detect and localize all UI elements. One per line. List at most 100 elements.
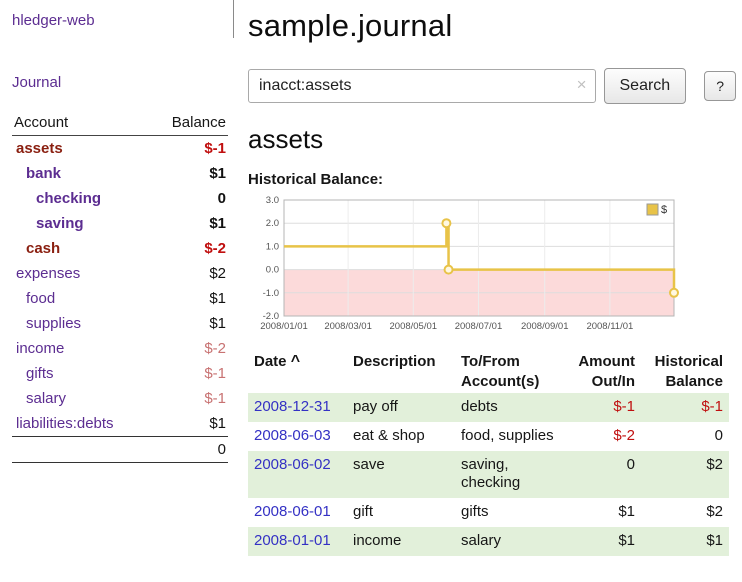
- chart-ytick-label: 3.0: [266, 195, 279, 206]
- transaction-date-cell: 2008-06-03: [248, 422, 347, 451]
- account-balance: $-1: [150, 136, 228, 162]
- account-link[interactable]: income: [16, 340, 64, 357]
- search-box: ×: [248, 69, 596, 103]
- accounts-header-row: Account Balance: [12, 110, 228, 136]
- account-row: liabilities:debts$1: [12, 411, 228, 437]
- account-name-cell: liabilities:debts: [12, 411, 150, 437]
- transaction-date-cell: 2008-06-02: [248, 451, 347, 499]
- account-row: expenses $2: [12, 261, 228, 286]
- account-link[interactable]: assets: [16, 140, 63, 157]
- transaction-description: save: [347, 451, 455, 499]
- account-row: gifts$-1: [12, 361, 228, 386]
- account-name-cell: checking: [12, 186, 150, 211]
- account-name-cell: bank: [12, 161, 150, 186]
- transaction-date-link[interactable]: 2008-06-01: [254, 503, 331, 520]
- chart-ytick-label: -1.0: [263, 288, 279, 299]
- transaction-date-cell: 2008-12-31: [248, 393, 347, 422]
- account-row: supplies $1: [12, 311, 228, 336]
- transaction-date-cell: 2008-06-01: [248, 498, 347, 527]
- account-link[interactable]: expenses: [16, 265, 80, 282]
- account-heading: assets: [248, 124, 736, 155]
- accounts-total-balance: 0: [150, 437, 228, 463]
- accounts-list: assets$-1bank$1checking0saving$1cash$-2e…: [12, 136, 228, 437]
- account-link[interactable]: food: [26, 290, 55, 307]
- account-row: food $1: [12, 286, 228, 311]
- transaction-accounts: gifts: [455, 498, 569, 527]
- transaction-description: pay off: [347, 393, 455, 422]
- register-header-amount: Amount Out/In: [569, 350, 641, 393]
- account-name-cell: income: [12, 336, 150, 361]
- search-button[interactable]: Search: [604, 68, 687, 104]
- chart-marker: [445, 266, 453, 274]
- chart-marker: [442, 219, 450, 227]
- register-row: 2008-06-02savesaving, checking0$2: [248, 451, 729, 499]
- account-link[interactable]: bank: [26, 165, 61, 182]
- account-link[interactable]: checking: [36, 190, 101, 207]
- account-row: cash $-2: [12, 236, 228, 261]
- transaction-balance: $1: [641, 527, 729, 556]
- account-balance: $1: [150, 211, 228, 236]
- account-balance: $2: [150, 261, 228, 286]
- transaction-amount: $-1: [569, 393, 641, 422]
- chart-ytick-label: 1.0: [266, 241, 279, 252]
- account-link[interactable]: gifts: [26, 365, 54, 382]
- register-header-accounts: To/From Account(s): [455, 350, 569, 393]
- transaction-date-link[interactable]: 2008-06-02: [254, 456, 331, 473]
- transaction-description: gift: [347, 498, 455, 527]
- transaction-date-link[interactable]: 2008-12-31: [254, 398, 331, 415]
- search-input[interactable]: [248, 69, 596, 103]
- transaction-amount: $-2: [569, 422, 641, 451]
- register-header-date[interactable]: Date ^: [248, 350, 347, 393]
- account-row: assets $-1: [12, 136, 228, 162]
- transaction-description: eat & shop: [347, 422, 455, 451]
- transaction-date-cell: 2008-01-01: [248, 527, 347, 556]
- register-header-row: Date ^ Description To/From Account(s) Am…: [248, 350, 729, 393]
- help-button[interactable]: ?: [704, 71, 736, 101]
- sidebar: hledger-web Journal Account Balance asse…: [0, 0, 238, 463]
- account-balance: $1: [150, 161, 228, 186]
- app-title-link[interactable]: hledger-web: [12, 12, 95, 29]
- chart-ytick-label: 0.0: [266, 265, 279, 276]
- account-name-cell: supplies: [12, 311, 150, 336]
- account-balance: $1: [150, 286, 228, 311]
- account-link[interactable]: cash: [26, 240, 60, 257]
- journal-link[interactable]: Journal: [12, 74, 61, 91]
- account-link[interactable]: liabilities:debts: [16, 415, 114, 432]
- transaction-amount: $1: [569, 527, 641, 556]
- clear-search-icon[interactable]: ×: [577, 76, 587, 93]
- account-row: saving $1: [12, 211, 228, 236]
- chart-legend-swatch: [647, 204, 658, 215]
- transaction-accounts: food, supplies: [455, 422, 569, 451]
- account-balance: $1: [150, 311, 228, 336]
- chart-legend-label: $: [661, 204, 667, 216]
- transaction-balance: $2: [641, 451, 729, 499]
- accounts-total-spacer: [12, 437, 150, 463]
- chart-ytick-label: 2.0: [266, 218, 279, 229]
- account-row: salary$-1: [12, 386, 228, 411]
- account-link[interactable]: salary: [26, 390, 66, 407]
- accounts-total-row: 0: [12, 437, 228, 463]
- search-bar: × Search ?: [248, 68, 736, 104]
- transaction-amount: 0: [569, 451, 641, 499]
- register-header-date-label: Date: [254, 353, 287, 370]
- chart-marker: [670, 289, 678, 297]
- transaction-date-link[interactable]: 2008-01-01: [254, 532, 331, 549]
- account-name-cell: expenses: [12, 261, 150, 286]
- accounts-header-balance: Balance: [150, 110, 228, 136]
- transaction-balance: $2: [641, 498, 729, 527]
- chart-title: Historical Balance:: [248, 171, 736, 188]
- account-name-cell: cash: [12, 236, 150, 261]
- account-link[interactable]: saving: [36, 215, 84, 232]
- account-balance: $-2: [150, 236, 228, 261]
- sort-asc-icon: ^: [291, 353, 300, 370]
- account-row: bank $1: [12, 161, 228, 186]
- chart-xtick-label: 2008/07/01: [455, 321, 503, 332]
- account-balance: $-2: [150, 336, 228, 361]
- register-body: 2008-12-31pay offdebts$-1$-12008-06-03ea…: [248, 393, 729, 556]
- transaction-date-link[interactable]: 2008-06-03: [254, 427, 331, 444]
- transaction-balance: 0: [641, 422, 729, 451]
- accounts-table: Account Balance assets $-1 bank $1 checking 0…: [12, 110, 228, 463]
- transaction-description: income: [347, 527, 455, 556]
- account-link[interactable]: supplies: [26, 315, 81, 332]
- chart-xtick-label: 2008/05/01: [390, 321, 438, 332]
